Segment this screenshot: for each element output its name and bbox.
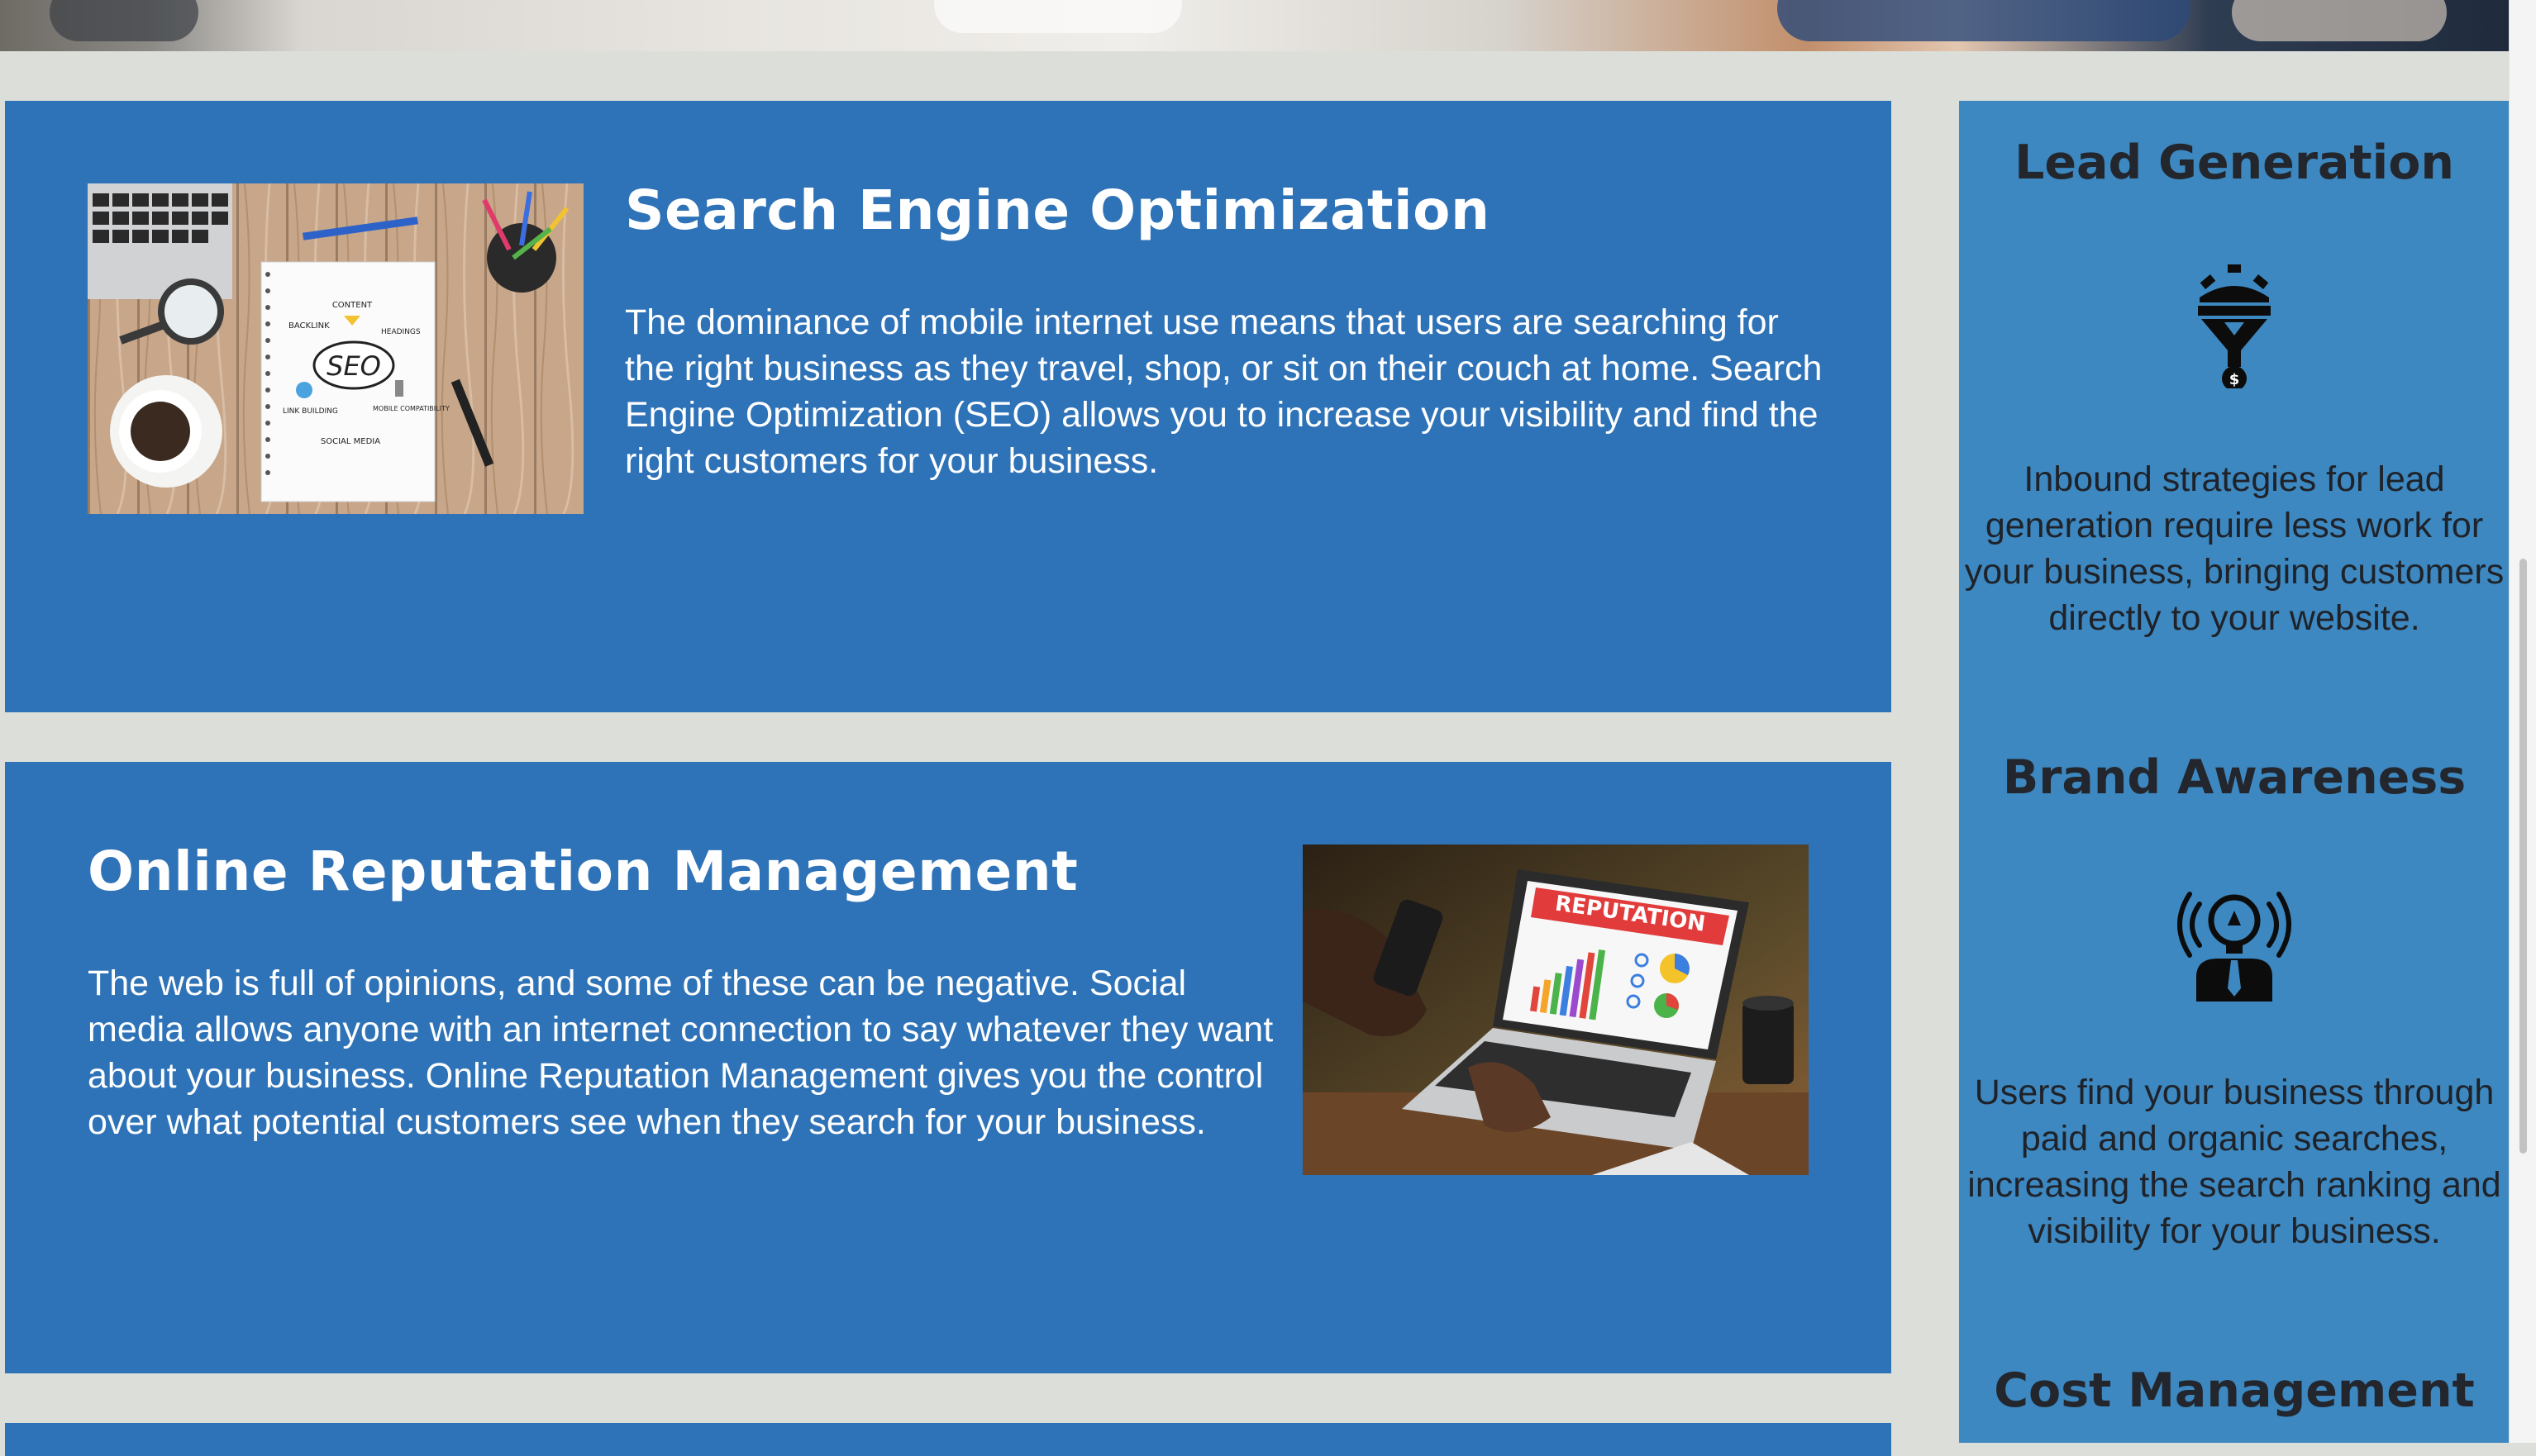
sidebar-benefits: Lead Generation $ Inbound strategies for… <box>1959 101 2510 1443</box>
seo-center-label: SEO <box>327 350 381 382</box>
reputation-description: The web is full of opinions, and some of… <box>88 964 1274 1142</box>
service-card-next <box>5 1423 1891 1456</box>
sidebar-item-brand-awareness-title: Brand Awareness <box>2002 750 2467 805</box>
dollar-glyph: $ <box>2229 371 2240 388</box>
reputation-image: REPUTATION <box>1303 845 1809 1175</box>
seo-backlink-label: BACKLINK <box>288 321 330 331</box>
funnel-gear-icon: $ <box>2193 264 2276 391</box>
scrollbar-thumb[interactable] <box>2519 559 2527 1154</box>
seo-content-label: CONTENT <box>332 301 373 310</box>
hero-image <box>0 0 2510 51</box>
sidebar-item-brand-awareness-text: Users find your business through paid an… <box>1967 1073 2501 1251</box>
service-card-seo: SEO CONTENT BACKLINK HEADINGS LINK BUILD… <box>5 101 1891 712</box>
seo-image: SEO CONTENT BACKLINK HEADINGS LINK BUILD… <box>88 183 584 514</box>
service-card-reputation: Online Reputation Management The web is … <box>5 762 1891 1373</box>
idea-broadcast-icon <box>2176 879 2292 1003</box>
seo-description: The dominance of mobile internet use mea… <box>625 302 1823 481</box>
seo-mobile-label: MOBILE COMPATIBILITY <box>373 405 450 412</box>
page-scrollbar[interactable] <box>2509 0 2536 1443</box>
seo-title: Search Engine Optimization <box>625 178 1490 242</box>
sidebar-item-cost-management-title: Cost Management <box>1994 1363 2475 1418</box>
sidebar-item-lead-generation-text: Inbound strategies for lead generation r… <box>1964 459 2505 638</box>
seo-social-label: SOCIAL MEDIA <box>321 437 380 446</box>
reputation-title: Online Reputation Management <box>88 840 1079 903</box>
seo-link-building-label: LINK BUILDING <box>283 407 338 416</box>
sidebar-item-lead-generation-title: Lead Generation <box>2014 136 2454 190</box>
seo-headings-label: HEADINGS <box>381 328 421 336</box>
